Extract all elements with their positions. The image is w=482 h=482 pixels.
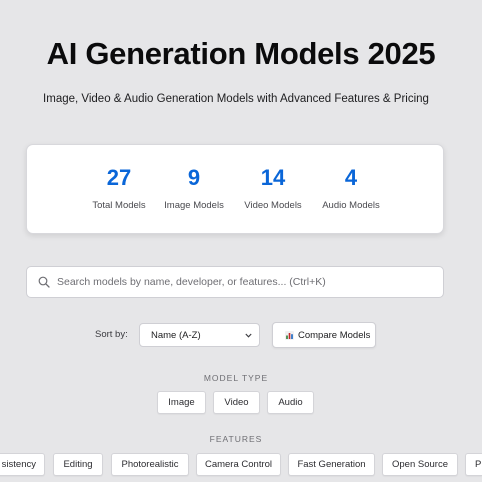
features-heading: FEATURES	[209, 434, 263, 444]
compare-models-label: Compare Models	[298, 330, 371, 341]
search-input[interactable]	[57, 267, 437, 297]
search-icon	[38, 276, 50, 288]
stats-card: 27 Total Models 9 Image Models 14 Video …	[26, 144, 444, 234]
compare-models-button[interactable]: Compare Models	[272, 322, 376, 348]
stat-label: Video Models	[244, 200, 302, 211]
page-title: AI Generation Models 2025	[46, 36, 436, 71]
filter-feature-camera-control[interactable]: Camera Control	[196, 453, 281, 476]
filter-feature-consistency[interactable]: sistency	[0, 453, 45, 476]
stat-label: Audio Models	[322, 200, 380, 211]
sort-label: Sort by:	[95, 329, 128, 340]
filter-feature-fast-generation[interactable]: Fast Generation	[288, 453, 375, 476]
filter-feature-editing[interactable]: Editing	[53, 453, 103, 476]
stat-value: 14	[260, 165, 286, 190]
stat-audio-models: 4 Audio Models	[306, 165, 396, 211]
sort-select[interactable]: Name (A-Z)	[139, 323, 260, 347]
sort-selected-value: Name (A-Z)	[151, 330, 201, 341]
bar-chart-icon	[285, 331, 294, 340]
filter-feature-open-source[interactable]: Open Source	[382, 453, 458, 476]
stat-video-models: 14 Video Models	[228, 165, 318, 211]
filter-type-video[interactable]: Video	[213, 391, 260, 414]
page-subtitle: Image, Video & Audio Generation Models w…	[43, 93, 429, 105]
model-type-heading: MODEL TYPE	[203, 373, 269, 383]
stat-image-models: 9 Image Models	[149, 165, 239, 211]
filter-type-image[interactable]: Image	[157, 391, 206, 414]
search-box[interactable]	[26, 266, 444, 298]
page: AI Generation Models 2025 Image, Video &…	[0, 0, 482, 482]
stat-value: 4	[344, 165, 358, 190]
filter-type-audio[interactable]: Audio	[267, 391, 314, 414]
filter-feature-photorealistic[interactable]: Photorealistic	[111, 453, 189, 476]
stat-label: Image Models	[164, 200, 224, 211]
stat-value: 9	[187, 165, 201, 190]
chevron-down-icon	[245, 333, 252, 338]
filter-feature-partial[interactable]: P	[465, 453, 482, 476]
